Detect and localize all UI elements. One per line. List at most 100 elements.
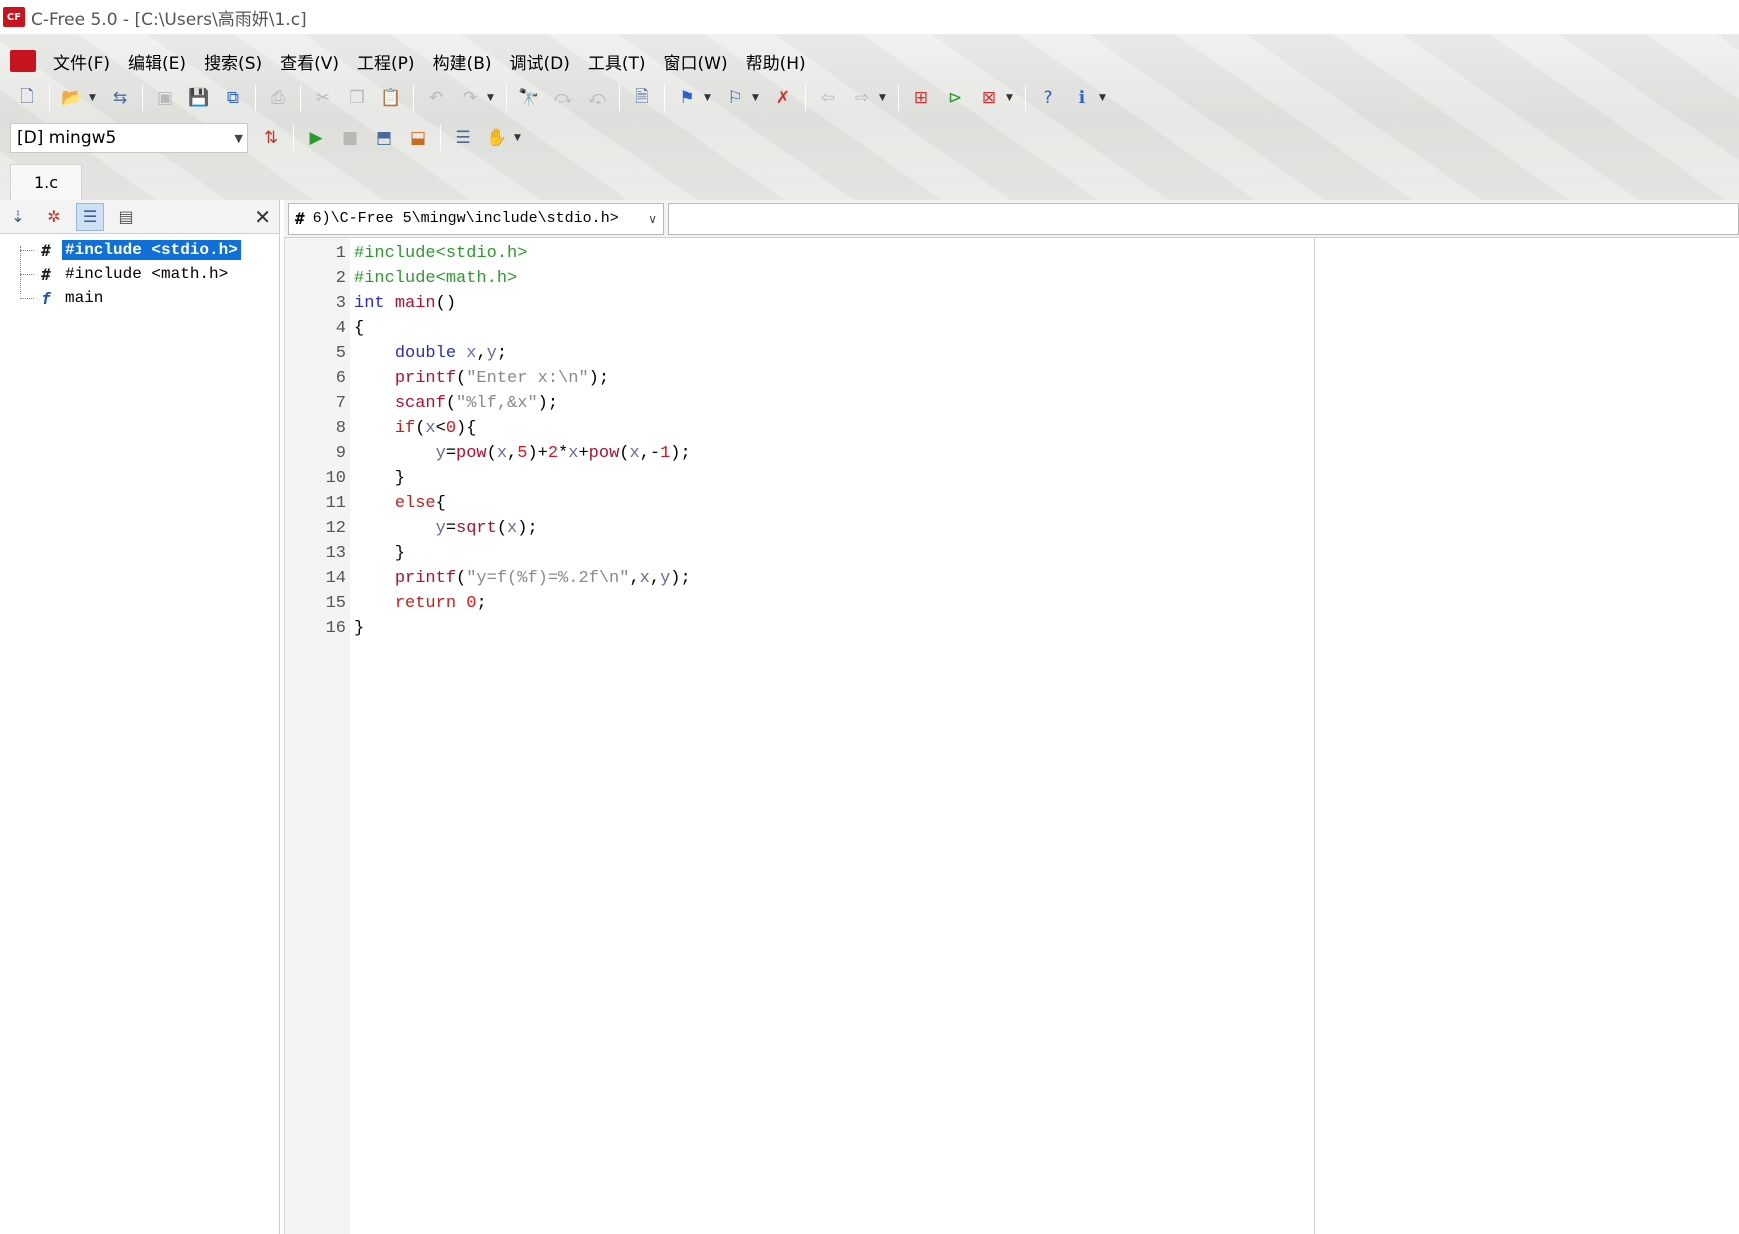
chevron-down-icon[interactable]: ∨ (648, 212, 657, 226)
menu-search[interactable]: 搜索(S) (195, 45, 271, 78)
outline-toolbar: ⇣ ✲ ☰ ▤ ✕ (0, 200, 279, 234)
forward-icon[interactable]: ⇨ (848, 84, 876, 112)
menu-help[interactable]: 帮助(H) (737, 45, 815, 78)
menu-edit[interactable]: 编辑(E) (119, 45, 195, 78)
code-text: double x,y; (394, 344, 508, 363)
outline-view-icon[interactable]: ☰ (76, 202, 104, 231)
code-text: if(x<0){ (394, 419, 477, 438)
group-icon[interactable]: ✲ (40, 203, 68, 231)
toolbar-separator (293, 125, 294, 151)
close-file-icon[interactable]: ▣ (151, 84, 179, 112)
code-text: #include<stdio.h> (354, 244, 528, 263)
compile-icon[interactable]: ⬒ (370, 124, 398, 152)
app-chrome: 文件(F) 编辑(E) 搜索(S) 查看(V) 工程(P) 构建(B) 调试(D… (0, 34, 1739, 200)
save-icon[interactable]: 💾 (185, 84, 213, 112)
compiler-select-value: [D] mingw5 (17, 128, 117, 148)
window-title: C-Free 5.0 - [C:\Users\高雨妍\1.c] (31, 9, 307, 30)
cut-icon[interactable]: ✂ (309, 84, 337, 112)
compiler-select[interactable]: [D] mingw5 ▼ (10, 123, 248, 153)
menu-project[interactable]: 工程(P) (348, 45, 424, 78)
chevron-down-icon[interactable]: ▼ (235, 132, 243, 145)
menu-debug[interactable]: 调试(D) (501, 45, 579, 78)
code-text: return 0; (394, 594, 487, 613)
chevron-down-icon[interactable]: ▼ (879, 93, 889, 103)
code-text: } (354, 619, 365, 638)
line-number: 13 (325, 544, 346, 563)
open-folder-icon[interactable]: 📂 (58, 84, 86, 112)
compile-settings-icon[interactable]: ⇅ (257, 124, 285, 152)
menu-build[interactable]: 构建(B) (424, 45, 501, 78)
outline-item-main[interactable]: f main (0, 286, 279, 310)
chevron-down-icon[interactable]: ▼ (89, 93, 99, 103)
code-line: 2 #include<math.h> (284, 266, 517, 291)
build-icon[interactable]: ⬓ (404, 124, 432, 152)
toolbar-separator (255, 85, 256, 111)
outline-item-include-stdio[interactable]: # #include <stdio.h> (0, 238, 279, 262)
outline-item-include-math[interactable]: # #include <math.h> (0, 262, 279, 286)
code-text: } (354, 469, 406, 488)
find-prev-icon[interactable]: ⤽ (583, 84, 611, 112)
info-icon[interactable]: ℹ (1068, 84, 1096, 112)
build-log-icon[interactable]: ☰ (449, 124, 477, 152)
close-icon[interactable]: ✕ (254, 205, 271, 229)
find-icon[interactable]: 🔭 (515, 84, 543, 112)
print-icon[interactable]: ⎙ (264, 84, 292, 112)
menu-window[interactable]: 窗口(W) (655, 45, 737, 78)
tab-1-c[interactable]: 1.c (10, 164, 82, 200)
outline-tree: # #include <stdio.h> # #include <math.h>… (0, 234, 279, 310)
member-combo[interactable] (668, 202, 1739, 235)
files-view-icon[interactable]: ▤ (112, 203, 140, 231)
code-line: 6 printf("Enter x:\n"); (284, 366, 609, 391)
menu-file[interactable]: 文件(F) (44, 45, 119, 78)
bookmark-next-icon[interactable]: ⚐ (721, 84, 749, 112)
paste-icon[interactable]: 📋 (377, 84, 405, 112)
menu-tools[interactable]: 工具(T) (579, 45, 655, 78)
find-in-files-icon[interactable]: 🗎 (628, 84, 656, 112)
code-line: 14 printf("y=f(%f)=%.2f\n",x,y); (284, 566, 691, 591)
find-next-icon[interactable]: ⤼ (549, 84, 577, 112)
save-all-icon[interactable]: ⧉ (219, 84, 247, 112)
remove-file-icon[interactable]: ⊠ (975, 84, 1003, 112)
toolbar-separator (142, 85, 143, 111)
chevron-down-icon[interactable]: ▼ (1099, 93, 1109, 103)
add-to-project-icon[interactable]: ⊞ (907, 84, 935, 112)
reopen-icon[interactable]: ⇆ (106, 84, 134, 112)
chevron-down-icon[interactable]: ▼ (704, 93, 714, 103)
toolbar-separator (664, 85, 665, 111)
code-line: 10 } (284, 466, 405, 491)
clear-bookmarks-icon[interactable]: ✗ (769, 84, 797, 112)
toolbar-separator (49, 85, 50, 111)
redo-icon[interactable]: ↷ (456, 84, 484, 112)
export-icon[interactable]: ⊳ (941, 84, 969, 112)
main-toolbar: 🗋 📂 ▼ ⇆ ▣ 💾 ⧉ ⎙ ✂ ❐ 📋 ↶ ↷ ▼ 🔭 ⤼ ⤽ 🗎 ⚑ ▼ … (10, 80, 1113, 116)
menu-view[interactable]: 查看(V) (271, 45, 348, 78)
menu-bar: 文件(F) 编辑(E) 搜索(S) 查看(V) 工程(P) 构建(B) 调试(D… (10, 42, 815, 80)
help-icon[interactable]: ? (1034, 84, 1062, 112)
new-file-icon[interactable]: 🗋 (13, 84, 41, 112)
editor-nav-bar: # 6)\C-Free 5\mingw\include\stdio.h> ∨ (284, 200, 1739, 238)
copy-icon[interactable]: ❐ (343, 84, 371, 112)
chevron-down-icon[interactable]: ▼ (752, 93, 762, 103)
cfree-logo-icon: CF (3, 7, 25, 27)
undo-icon[interactable]: ↶ (422, 84, 450, 112)
run-icon[interactable]: ▶ (302, 124, 330, 152)
code-editor[interactable]: 1 #include<stdio.h> 2 #include<math.h> 3… (284, 238, 1739, 1234)
toolbar-separator (1025, 85, 1026, 111)
back-icon[interactable]: ⇦ (814, 84, 842, 112)
code-line: 12 y=sqrt(x); (284, 516, 538, 541)
stop-icon[interactable]: ■ (336, 124, 364, 152)
chevron-down-icon[interactable]: ▼ (514, 133, 524, 143)
line-number: 11 (325, 494, 346, 513)
sort-az-icon[interactable]: ⇣ (4, 203, 32, 231)
code-line: 9 y=pow(x,5)+2*x+pow(x,-1); (284, 441, 691, 466)
symbol-combo[interactable]: # 6)\C-Free 5\mingw\include\stdio.h> ∨ (288, 202, 664, 235)
outline-panel: ⇣ ✲ ☰ ▤ ✕ # #include <stdio.h> # #includ… (0, 200, 280, 1234)
toolbar-separator (805, 85, 806, 111)
bookmark-toggle-icon[interactable]: ⚑ (673, 84, 701, 112)
chevron-down-icon[interactable]: ▼ (487, 93, 497, 103)
chevron-down-icon[interactable]: ▼ (1006, 93, 1016, 103)
hand-icon[interactable]: ✋ (483, 124, 511, 152)
cfree-logo-icon[interactable] (10, 50, 36, 72)
outline-item-label: #include <stdio.h> (62, 240, 241, 260)
line-number: 9 (335, 444, 346, 463)
